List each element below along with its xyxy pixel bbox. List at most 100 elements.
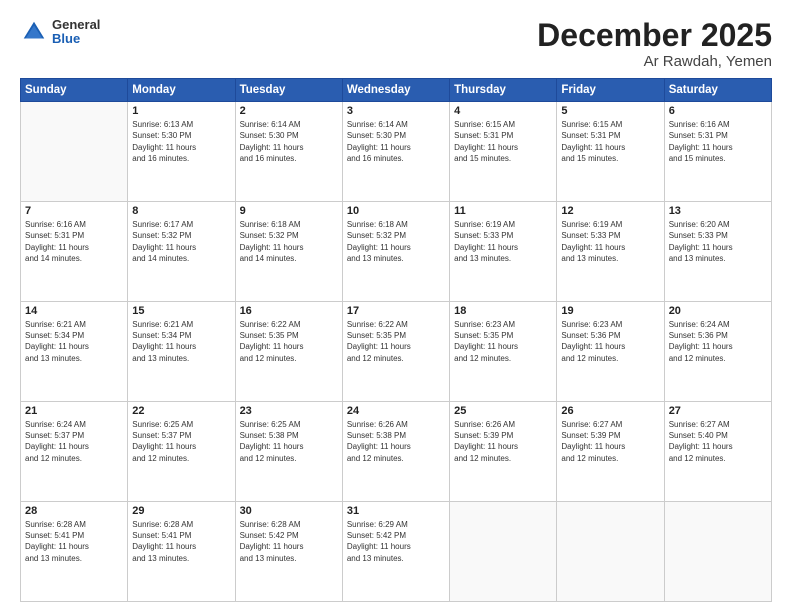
- calendar-cell: 22 Sunrise: 6:25 AMSunset: 5:37 PMDayligh…: [128, 402, 235, 502]
- day-info: Sunrise: 6:22 AMSunset: 5:35 PMDaylight:…: [347, 319, 445, 364]
- day-info: Sunrise: 6:23 AMSunset: 5:36 PMDaylight:…: [561, 319, 659, 364]
- calendar-cell: 23 Sunrise: 6:25 AMSunset: 5:38 PMDayligh…: [235, 402, 342, 502]
- header-day: Tuesday: [235, 79, 342, 102]
- day-number: 4: [454, 105, 552, 117]
- header-day: Monday: [128, 79, 235, 102]
- calendar-title: December 2025: [537, 18, 772, 53]
- calendar-cell: [557, 502, 664, 602]
- calendar-week: 1Sunrise: 6:13 AMSunset: 5:30 PMDaylight…: [21, 102, 772, 202]
- logo: General Blue: [20, 18, 100, 47]
- day-info: Sunrise: 6:14 AMSunset: 5:30 PMDaylight:…: [240, 119, 338, 164]
- day-number: 19: [561, 305, 659, 317]
- day-number: 24: [347, 405, 445, 417]
- day-info: Sunrise: 6:23 AMSunset: 5:35 PMDaylight:…: [454, 319, 552, 364]
- day-info: Sunrise: 6:20 AMSunset: 5:33 PMDaylight:…: [669, 219, 767, 264]
- calendar-cell: [450, 502, 557, 602]
- calendar-cell: 25Sunrise: 6:26 AMSunset: 5:39 PMDayligh…: [450, 402, 557, 502]
- day-number: 2: [240, 105, 338, 117]
- day-number: 20: [669, 305, 767, 317]
- day-info: Sunrise: 6:28 AMSunset: 5:41 PMDaylight:…: [25, 519, 123, 564]
- calendar-week: 7Sunrise: 6:16 AMSunset: 5:31 PMDaylight…: [21, 202, 772, 302]
- calendar-cell: 26 Sunrise: 6:27 AMSunset: 5:39 PMDayligh…: [557, 402, 664, 502]
- day-info: Sunrise: 6:22 AMSunset: 5:35 PMDaylight:…: [240, 319, 338, 364]
- calendar-cell: 31Sunrise: 6:29 AMSunset: 5:42 PMDayligh…: [342, 502, 449, 602]
- day-info: Sunrise: 6:18 AMSunset: 5:32 PMDaylight:…: [240, 219, 338, 264]
- day-number: 3: [347, 105, 445, 117]
- day-number: 10: [347, 205, 445, 217]
- calendar-cell: 10Sunrise: 6:18 AMSunset: 5:32 PMDayligh…: [342, 202, 449, 302]
- calendar-cell: 30 Sunrise: 6:28 AMSunset: 5:42 PMDayligh…: [235, 502, 342, 602]
- calendar-cell: 29 Sunrise: 6:28 AMSunset: 5:41 PMDayligh…: [128, 502, 235, 602]
- calendar-cell: 15 Sunrise: 6:21 AMSunset: 5:34 PMDayligh…: [128, 302, 235, 402]
- calendar-cell: 5Sunrise: 6:15 AMSunset: 5:31 PMDaylight…: [557, 102, 664, 202]
- day-info: Sunrise: 6:27 AMSunset: 5:40 PMDaylight:…: [669, 419, 767, 464]
- day-number: 15: [132, 305, 230, 317]
- title-block: December 2025 Ar Rawdah, Yemen: [537, 18, 772, 70]
- calendar-cell: 12Sunrise: 6:19 AMSunset: 5:33 PMDayligh…: [557, 202, 664, 302]
- day-number: 23: [240, 405, 338, 417]
- day-number: 13: [669, 205, 767, 217]
- calendar-cell: 9 Sunrise: 6:18 AMSunset: 5:32 PMDaylight…: [235, 202, 342, 302]
- day-number: 28: [25, 505, 123, 517]
- header-day: Saturday: [664, 79, 771, 102]
- header: General Blue December 2025 Ar Rawdah, Ye…: [20, 18, 772, 70]
- day-info: Sunrise: 6:27 AMSunset: 5:39 PMDaylight:…: [561, 419, 659, 464]
- calendar-cell: 7Sunrise: 6:16 AMSunset: 5:31 PMDaylight…: [21, 202, 128, 302]
- calendar-cell: 1Sunrise: 6:13 AMSunset: 5:30 PMDaylight…: [128, 102, 235, 202]
- logo-general: General: [52, 18, 100, 32]
- day-number: 8: [132, 205, 230, 217]
- day-number: 26: [561, 405, 659, 417]
- page: General Blue December 2025 Ar Rawdah, Ye…: [0, 0, 792, 612]
- header-row: SundayMondayTuesdayWednesdayThursdayFrid…: [21, 79, 772, 102]
- day-info: Sunrise: 6:28 AMSunset: 5:42 PMDaylight:…: [240, 519, 338, 564]
- day-number: 22: [132, 405, 230, 417]
- calendar-cell: 3 Sunrise: 6:14 AMSunset: 5:30 PMDaylight…: [342, 102, 449, 202]
- calendar-cell: 20 Sunrise: 6:24 AMSunset: 5:36 PMDayligh…: [664, 302, 771, 402]
- calendar-cell: 14 Sunrise: 6:21 AMSunset: 5:34 PMDayligh…: [21, 302, 128, 402]
- calendar-cell: [664, 502, 771, 602]
- day-info: Sunrise: 6:21 AMSunset: 5:34 PMDaylight:…: [132, 319, 230, 364]
- calendar-table: SundayMondayTuesdayWednesdayThursdayFrid…: [20, 78, 772, 602]
- calendar-cell: 4Sunrise: 6:15 AMSunset: 5:31 PMDaylight…: [450, 102, 557, 202]
- day-info: Sunrise: 6:14 AMSunset: 5:30 PMDaylight:…: [347, 119, 445, 164]
- day-number: 1: [132, 105, 230, 117]
- day-number: 7: [25, 205, 123, 217]
- calendar-cell: 21Sunrise: 6:24 AMSunset: 5:37 PMDayligh…: [21, 402, 128, 502]
- day-info: Sunrise: 6:24 AMSunset: 5:36 PMDaylight:…: [669, 319, 767, 364]
- day-info: Sunrise: 6:21 AMSunset: 5:34 PMDaylight:…: [25, 319, 123, 364]
- day-info: Sunrise: 6:29 AMSunset: 5:42 PMDaylight:…: [347, 519, 445, 564]
- day-info: Sunrise: 6:17 AMSunset: 5:32 PMDaylight:…: [132, 219, 230, 264]
- day-number: 29: [132, 505, 230, 517]
- header-day: Thursday: [450, 79, 557, 102]
- day-info: Sunrise: 6:19 AMSunset: 5:33 PMDaylight:…: [561, 219, 659, 264]
- calendar-week: 14 Sunrise: 6:21 AMSunset: 5:34 PMDayligh…: [21, 302, 772, 402]
- calendar-cell: [21, 102, 128, 202]
- logo-icon: [20, 18, 48, 46]
- day-number: 16: [240, 305, 338, 317]
- logo-blue: Blue: [52, 32, 100, 46]
- day-info: Sunrise: 6:25 AMSunset: 5:38 PMDaylight:…: [240, 419, 338, 464]
- day-info: Sunrise: 6:25 AMSunset: 5:37 PMDaylight:…: [132, 419, 230, 464]
- day-info: Sunrise: 6:16 AMSunset: 5:31 PMDaylight:…: [669, 119, 767, 164]
- day-number: 11: [454, 205, 552, 217]
- day-number: 18: [454, 305, 552, 317]
- calendar-week: 28 Sunrise: 6:28 AMSunset: 5:41 PMDayligh…: [21, 502, 772, 602]
- day-info: Sunrise: 6:28 AMSunset: 5:41 PMDaylight:…: [132, 519, 230, 564]
- header-day: Sunday: [21, 79, 128, 102]
- calendar-cell: 16 Sunrise: 6:22 AMSunset: 5:35 PMDayligh…: [235, 302, 342, 402]
- day-number: 6: [669, 105, 767, 117]
- calendar-cell: 24 Sunrise: 6:26 AMSunset: 5:38 PMDayligh…: [342, 402, 449, 502]
- calendar-cell: 19 Sunrise: 6:23 AMSunset: 5:36 PMDayligh…: [557, 302, 664, 402]
- day-info: Sunrise: 6:24 AMSunset: 5:37 PMDaylight:…: [25, 419, 123, 464]
- day-number: 9: [240, 205, 338, 217]
- calendar-cell: 28 Sunrise: 6:28 AMSunset: 5:41 PMDayligh…: [21, 502, 128, 602]
- day-info: Sunrise: 6:19 AMSunset: 5:33 PMDaylight:…: [454, 219, 552, 264]
- day-info: Sunrise: 6:26 AMSunset: 5:38 PMDaylight:…: [347, 419, 445, 464]
- day-number: 17: [347, 305, 445, 317]
- day-number: 30: [240, 505, 338, 517]
- day-info: Sunrise: 6:26 AMSunset: 5:39 PMDaylight:…: [454, 419, 552, 464]
- day-number: 5: [561, 105, 659, 117]
- day-number: 27: [669, 405, 767, 417]
- day-number: 14: [25, 305, 123, 317]
- calendar-cell: 13 Sunrise: 6:20 AMSunset: 5:33 PMDayligh…: [664, 202, 771, 302]
